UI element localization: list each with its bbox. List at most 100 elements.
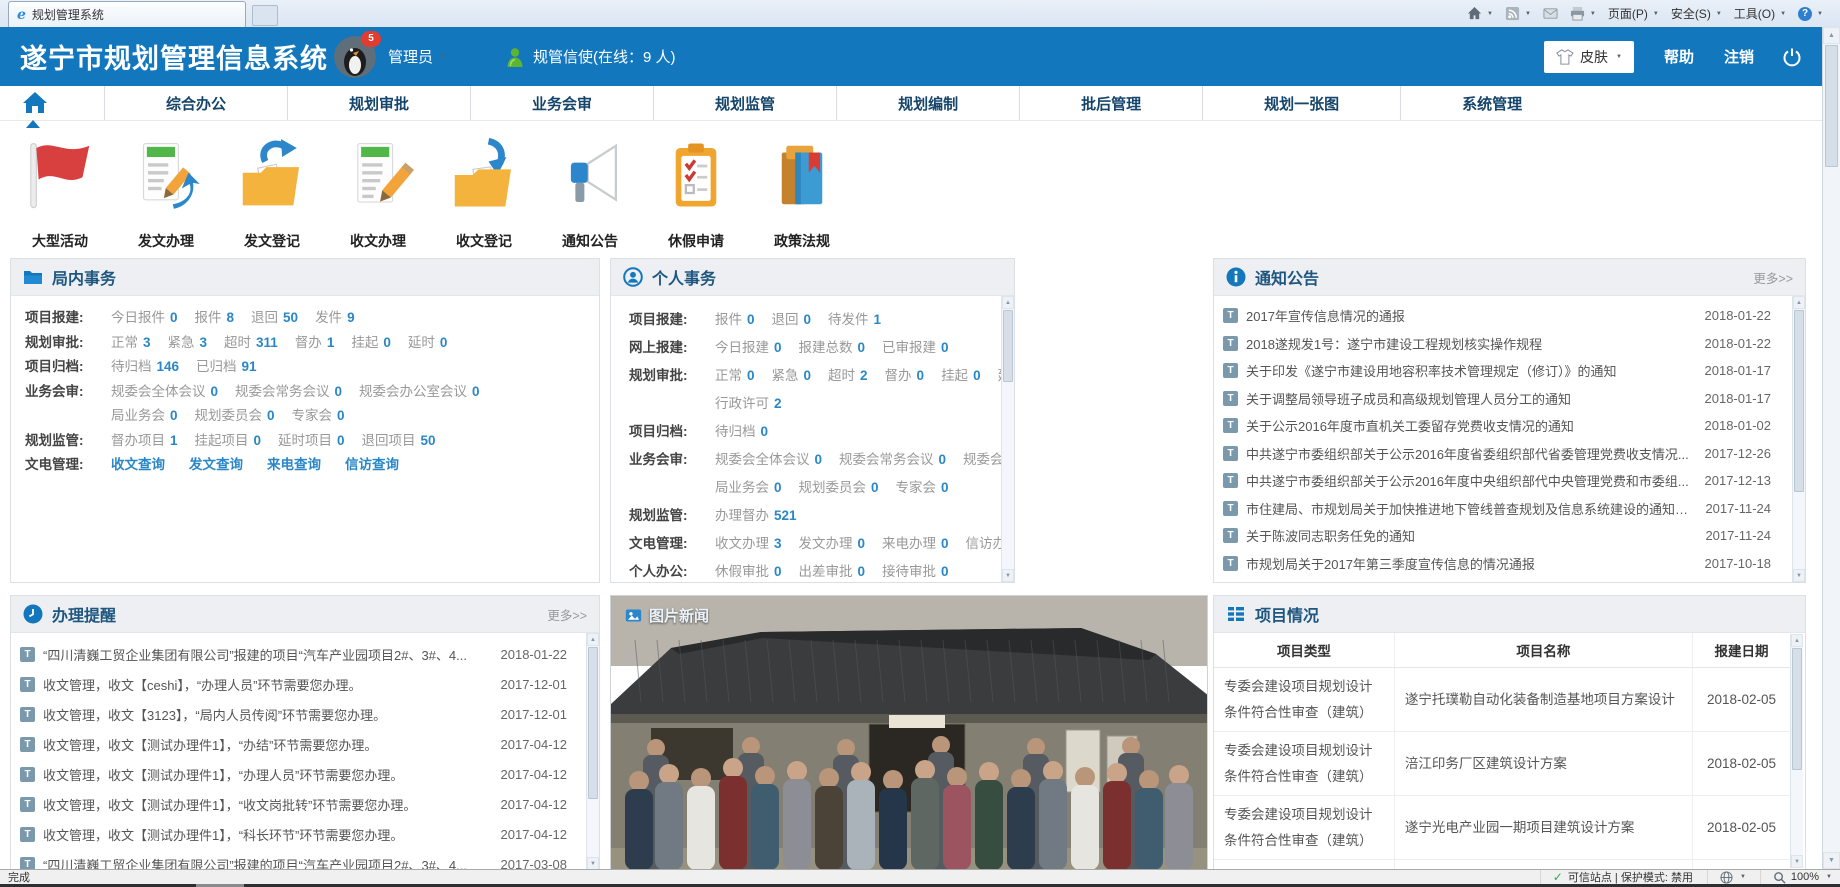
shortcut-doc-receive[interactable]: 收文办理 xyxy=(330,138,426,251)
list-item[interactable]: T “四川清巍工贸企业集团有限公司”报建的项目“汽车产业园项目2#、3#、4...… xyxy=(11,849,587,870)
stat-link[interactable]: 发文查询 xyxy=(189,453,243,478)
stat-item[interactable]: 规委会全体会议 0 xyxy=(111,380,218,405)
stat-item[interactable]: 接待审批 0 xyxy=(882,558,949,582)
stat-item[interactable]: 报件 8 xyxy=(195,306,235,331)
nav-item[interactable]: 规划审批 xyxy=(287,86,470,120)
help-menu[interactable]: ? xyxy=(1795,5,1826,23)
nav-item[interactable]: 系统管理 xyxy=(1400,86,1583,120)
more-link[interactable]: 更多>> xyxy=(547,605,587,624)
stat-item[interactable]: 专家会 0 xyxy=(896,474,949,502)
list-item[interactable]: T 中共遂宁市委组织部关于公示2016年度中央组织部代中央管理党费和市委组... 2… xyxy=(1214,467,1791,495)
stat-item[interactable]: 规划委员会 0 xyxy=(799,474,879,502)
page-menu[interactable]: 页面(P) xyxy=(1605,3,1662,24)
stat-item[interactable]: 挂起 0 xyxy=(941,362,981,390)
list-item[interactable]: T 关于印发《遂宁市建设用地容积率技术管理规定（修订）》的通知 2018-01-17 xyxy=(1214,357,1791,385)
stat-item[interactable]: 规委会全体会议 0 xyxy=(715,446,822,474)
messenger-status[interactable]: 规管信使(在线：9 人) xyxy=(504,46,675,68)
stat-item[interactable]: 规委会常务会议 0 xyxy=(839,446,946,474)
stat-item[interactable]: 休假审批 0 xyxy=(715,558,782,582)
list-item[interactable]: T 2018遂规发1号：遂宁市建设工程规划核实操作规程 2018-01-22 xyxy=(1214,330,1791,358)
safety-menu[interactable]: 安全(S) xyxy=(1668,3,1725,24)
notices-scrollbar[interactable]: ▲ ▼ xyxy=(1792,296,1805,582)
stat-item[interactable]: 发件 9 xyxy=(315,306,355,331)
reminders-scrollbar[interactable]: ▲ ▼ xyxy=(586,633,599,870)
stat-item[interactable]: 报建总数 0 xyxy=(799,334,866,362)
list-item[interactable]: T 收文管理，收文【3123】，“局内人员传阅”环节需要您办理。 2017-12-0… xyxy=(11,699,587,729)
stat-item[interactable]: 正常 0 xyxy=(715,362,755,390)
stat-item[interactable]: 正常 3 xyxy=(111,331,151,356)
nav-item[interactable]: 批后管理 xyxy=(1019,86,1202,120)
list-item[interactable]: T 市住建局、市规划局关于加快推进地下管线普查规划及信息系统建设的通知（... 20… xyxy=(1214,495,1791,523)
browser-tab[interactable]: e 规划管理系统 xyxy=(8,1,246,27)
list-item[interactable]: T 2017年宣传信息情况的通报 2018-01-22 xyxy=(1214,302,1791,330)
mail-icon[interactable] xyxy=(1540,4,1561,23)
power-button[interactable] xyxy=(1782,47,1802,67)
page-scrollbar[interactable]: ▲ ▼ xyxy=(1822,27,1840,869)
table-row[interactable]: 专委会建设项目规划设计条件符合性审查（建筑） 遂宁托璞勒自动化装备制造基地项目方案… xyxy=(1214,667,1790,732)
stat-item[interactable]: 发文办理 0 xyxy=(799,530,866,558)
stat-item[interactable]: 超时 311 xyxy=(224,331,278,356)
feeds-icon[interactable] xyxy=(1502,4,1534,23)
user-menu[interactable]: 管理员 xyxy=(388,46,446,67)
stat-item[interactable]: 挂起项目 0 xyxy=(195,429,262,454)
stat-item[interactable]: 退回 50 xyxy=(251,306,298,331)
stat-item[interactable]: 局业务会 0 xyxy=(111,404,178,429)
user-avatar[interactable]: 5 xyxy=(334,30,381,78)
skin-button[interactable]: 皮肤 xyxy=(1544,40,1634,73)
nav-item[interactable]: 规划监管 xyxy=(653,86,836,120)
list-item[interactable]: T 收文管理，收文【测试办理件1】，“办理人员”环节需要您办理。 2017-04-1… xyxy=(11,759,587,789)
table-row[interactable]: 专委会建设项目规划设计条件符合性审查（建筑） 涪江印务厂区建筑设计方案 2018-0… xyxy=(1214,731,1790,796)
stat-item[interactable]: 待发件 1 xyxy=(828,306,881,334)
stat-item[interactable]: 退回 0 xyxy=(772,306,812,334)
shortcut-flag[interactable]: 大型活动 xyxy=(12,138,108,251)
list-item[interactable]: T 关于公示2016年度市直机关工委留存党费收支情况的通知 2018-01-02 xyxy=(1214,412,1791,440)
list-item[interactable]: T 市规划局关于2017年第三季度宣传信息的情况通报 2017-10-18 xyxy=(1214,550,1791,578)
shortcut-megaphone[interactable]: 通知公告 xyxy=(542,138,638,251)
stat-item[interactable]: 办理督办 521 xyxy=(715,502,797,530)
stat-item[interactable]: 今日报件 0 xyxy=(111,306,178,331)
stat-item[interactable]: 专家会 0 xyxy=(292,404,345,429)
projects-scrollbar[interactable]: ▲ ▼ xyxy=(1790,634,1803,868)
stat-item[interactable]: 挂起 0 xyxy=(351,331,391,356)
stat-item[interactable]: 超时 2 xyxy=(828,362,868,390)
stat-item[interactable]: 来电办理 0 xyxy=(882,530,949,558)
stat-item[interactable]: 督办项目 1 xyxy=(111,429,178,454)
tools-menu[interactable]: 工具(O) xyxy=(1731,3,1789,24)
stat-link[interactable]: 来电查询 xyxy=(267,453,321,478)
shortcut-doc-send[interactable]: 发文办理 xyxy=(118,138,214,251)
stat-item[interactable]: 收文办理 3 xyxy=(715,530,782,558)
nav-home[interactable] xyxy=(0,86,104,120)
stat-item[interactable]: 延时项目 0 xyxy=(278,429,345,454)
nav-item[interactable]: 业务会审 xyxy=(470,86,653,120)
stat-item[interactable]: 规划委员会 0 xyxy=(195,404,275,429)
nav-item[interactable]: 规划编制 xyxy=(836,86,1019,120)
stat-item[interactable]: 已归档 91 xyxy=(196,355,257,380)
list-item[interactable]: T 收文管理，收文【ceshi】，“办理人员”环节需要您办理。 2017-12-01 xyxy=(11,669,587,699)
new-tab-button[interactable] xyxy=(252,5,278,26)
stat-item[interactable]: 退回项目 50 xyxy=(362,429,436,454)
browser-mode-button[interactable] xyxy=(1706,869,1746,885)
help-link[interactable]: 帮助 xyxy=(1664,46,1694,67)
stat-link[interactable]: 信访查询 xyxy=(345,453,399,478)
list-item[interactable]: T 收文管理，收文【测试办理件1】，“收文岗批转”环节需要您办理。 2017-04-… xyxy=(11,789,587,819)
stat-item[interactable]: 报件 0 xyxy=(715,306,755,334)
home-icon[interactable] xyxy=(1464,4,1496,23)
list-item[interactable]: T 中共遂宁市委组织部关于公示2016年度省委组织部代省委管理党费收支情况... 2… xyxy=(1214,440,1791,468)
stat-item[interactable]: 出差审批 0 xyxy=(799,558,866,582)
logout-link[interactable]: 注销 xyxy=(1724,46,1754,67)
nav-item[interactable]: 综合办公 xyxy=(104,86,287,120)
stat-item[interactable]: 紧急 0 xyxy=(772,362,812,390)
table-row[interactable]: 专委会建设项目规划设计条件符合性审查（建筑） 遂宁光电产业园一期项目建筑设计方案 2… xyxy=(1214,795,1790,860)
stat-item[interactable]: 待归档 0 xyxy=(715,418,768,446)
stat-item[interactable]: 已审报建 0 xyxy=(882,334,949,362)
panel-photo-news[interactable]: 图片新闻 xyxy=(610,595,1208,871)
list-item[interactable]: T “四川清巍工贸企业集团有限公司”报建的项目“汽车产业园项目2#、3#、4...… xyxy=(11,639,587,669)
stat-item[interactable]: 今日报建 0 xyxy=(715,334,782,362)
shortcut-clipboard[interactable]: 休假申请 xyxy=(648,138,744,251)
stat-item[interactable]: 规委会办公室会议0 xyxy=(359,380,480,405)
more-link[interactable]: 更多>> xyxy=(1753,268,1793,287)
stat-item[interactable]: 督办 0 xyxy=(885,362,925,390)
stat-item[interactable]: 督办 1 xyxy=(295,331,335,356)
stat-item[interactable]: 待归档 146 xyxy=(111,355,179,380)
list-item[interactable]: T 收文管理，收文【测试办理件1】，“科长环节”环节需要您办理。 2017-04-1… xyxy=(11,819,587,849)
